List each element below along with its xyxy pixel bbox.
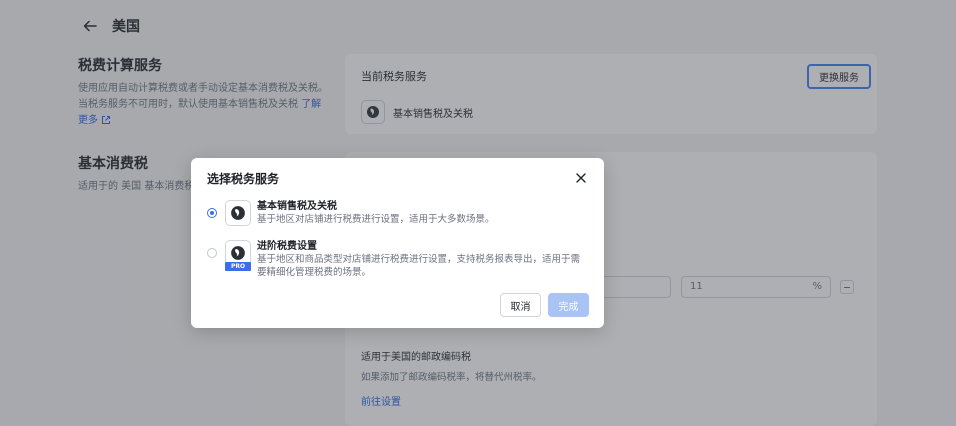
service-logo-icon	[225, 200, 251, 226]
option-advanced[interactable]: PRO 进阶税费设置 基于地区和商品类型对店铺进行税费进行设置，支持税务报表导出…	[207, 240, 587, 279]
radio-basic[interactable]	[207, 208, 217, 218]
option-basic-name: 基本销售税及关税	[257, 201, 337, 212]
option-advanced-text: 进阶税费设置 基于地区和商品类型对店铺进行税费进行设置，支持税务报表导出，适用于…	[257, 240, 587, 279]
option-basic-text: 基本销售税及关税 基于地区对店铺进行税费进行设置，适用于大多数场景。	[257, 200, 587, 226]
close-icon[interactable]	[574, 170, 588, 184]
done-button[interactable]: 完成	[548, 293, 589, 317]
select-tax-service-modal: 选择税务服务 基本销售税及关税 基于地区对店铺进行税费进行设置，适用于大多数场景…	[191, 158, 604, 328]
option-basic[interactable]: 基本销售税及关税 基于地区对店铺进行税费进行设置，适用于大多数场景。	[207, 200, 587, 226]
cancel-button[interactable]: 取消	[500, 293, 541, 317]
option-basic-description: 基于地区对店铺进行税费进行设置，适用于大多数场景。	[257, 214, 495, 225]
option-advanced-description: 基于地区和商品类型对店铺进行税费进行设置，支持税务报表导出，适用于需要精细化管理…	[257, 254, 581, 278]
service-logo-pro-icon: PRO	[225, 240, 251, 271]
pro-badge: PRO	[225, 262, 251, 271]
radio-advanced[interactable]	[207, 248, 217, 258]
modal-title: 选择税务服务	[207, 172, 280, 186]
option-advanced-name: 进阶税费设置	[257, 241, 317, 252]
